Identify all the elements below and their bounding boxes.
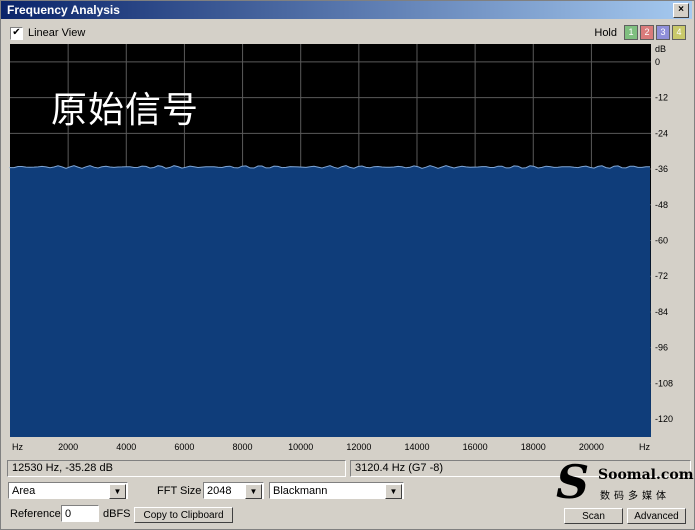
close-button[interactable]: × <box>673 3 689 18</box>
spectrum-area <box>10 165 651 437</box>
overlay-caption: 原始信号 <box>51 90 200 131</box>
window-title: Frequency Analysis <box>7 3 120 17</box>
y-tick-label: -60 <box>655 236 668 246</box>
y-tick-label: -48 <box>655 200 668 210</box>
fft-size-value: 2048 <box>207 485 232 497</box>
y-tick-label: -96 <box>655 343 668 353</box>
logo-name: Soomal.com <box>598 467 694 483</box>
logo-subtitle: 数码多媒体 <box>600 491 670 502</box>
x-tick-label: 2000 <box>58 442 78 452</box>
x-axis-strip <box>10 437 651 454</box>
y-tick-label: -36 <box>655 164 668 174</box>
y-tick-label: -84 <box>655 307 668 317</box>
x-tick-label: 4000 <box>116 442 136 452</box>
copy-to-clipboard-button[interactable]: Copy to Clipboard <box>134 507 233 523</box>
y-tick-label: 0 <box>655 57 660 67</box>
title-bar: Frequency Analysis × <box>1 1 692 19</box>
x-tick-label: 12000 <box>346 442 371 452</box>
frequency-analysis-window: Frequency Analysis × ✔ Linear View Hold … <box>0 0 695 530</box>
hold-group: Hold 1 2 3 4 <box>594 25 686 40</box>
reference-label: Reference <box>10 508 61 520</box>
graph-type-value: Area <box>12 485 36 497</box>
advanced-button[interactable]: Advanced <box>627 508 686 524</box>
y-tick-label: -12 <box>655 93 668 103</box>
chevron-down-icon[interactable]: ▼ <box>245 484 262 499</box>
cursor-readout: 12530 Hz, -35.28 dB <box>7 460 346 477</box>
chevron-down-icon[interactable]: ▼ <box>109 484 126 499</box>
hold-label: Hold <box>594 26 617 39</box>
x-tick-label: 14000 <box>404 442 429 452</box>
hold-button-3[interactable]: 3 <box>656 25 670 40</box>
hold-button-1[interactable]: 1 <box>624 25 638 40</box>
x-tick-label: 8000 <box>233 442 253 452</box>
x-unit-label: Hz <box>12 442 23 452</box>
hold-button-4[interactable]: 4 <box>672 25 686 40</box>
linear-view-toggle[interactable]: ✔ Linear View <box>10 26 85 40</box>
window-function-value: Blackmann <box>273 485 328 497</box>
y-unit-label: dB <box>655 44 666 54</box>
x-tick-label: 10000 <box>288 442 313 452</box>
y-tick-label: -72 <box>655 271 668 281</box>
x-tick-label: 16000 <box>463 442 488 452</box>
logo-mark: S <box>556 455 590 509</box>
chevron-down-icon[interactable]: ▼ <box>385 484 402 499</box>
window-function-select[interactable]: Blackmann ▼ <box>269 482 404 499</box>
y-tick-label: -24 <box>655 128 668 138</box>
soomal-logo: S Soomal.com 数码多媒体 <box>556 455 694 509</box>
y-tick-label: -108 <box>655 378 673 388</box>
graph-type-select[interactable]: Area ▼ <box>8 482 128 499</box>
hold-button-2[interactable]: 2 <box>640 25 654 40</box>
y-axis-strip <box>651 44 693 454</box>
x-tick-label: 6000 <box>174 442 194 452</box>
x-tick-label: 20000 <box>579 442 604 452</box>
reference-unit: dBFS <box>103 508 131 520</box>
fft-size-label: FFT Size <box>157 485 202 497</box>
fft-size-select[interactable]: 2048 ▼ <box>203 482 264 499</box>
linear-view-checkbox[interactable]: ✔ <box>10 26 23 40</box>
linear-view-label: Linear View <box>28 27 86 39</box>
scan-button[interactable]: Scan <box>564 508 623 524</box>
x-tick-label: 18000 <box>521 442 546 452</box>
y-tick-label: -120 <box>655 414 673 424</box>
reference-input[interactable]: 0 <box>61 505 99 522</box>
x-unit-label-right: Hz <box>639 442 650 452</box>
